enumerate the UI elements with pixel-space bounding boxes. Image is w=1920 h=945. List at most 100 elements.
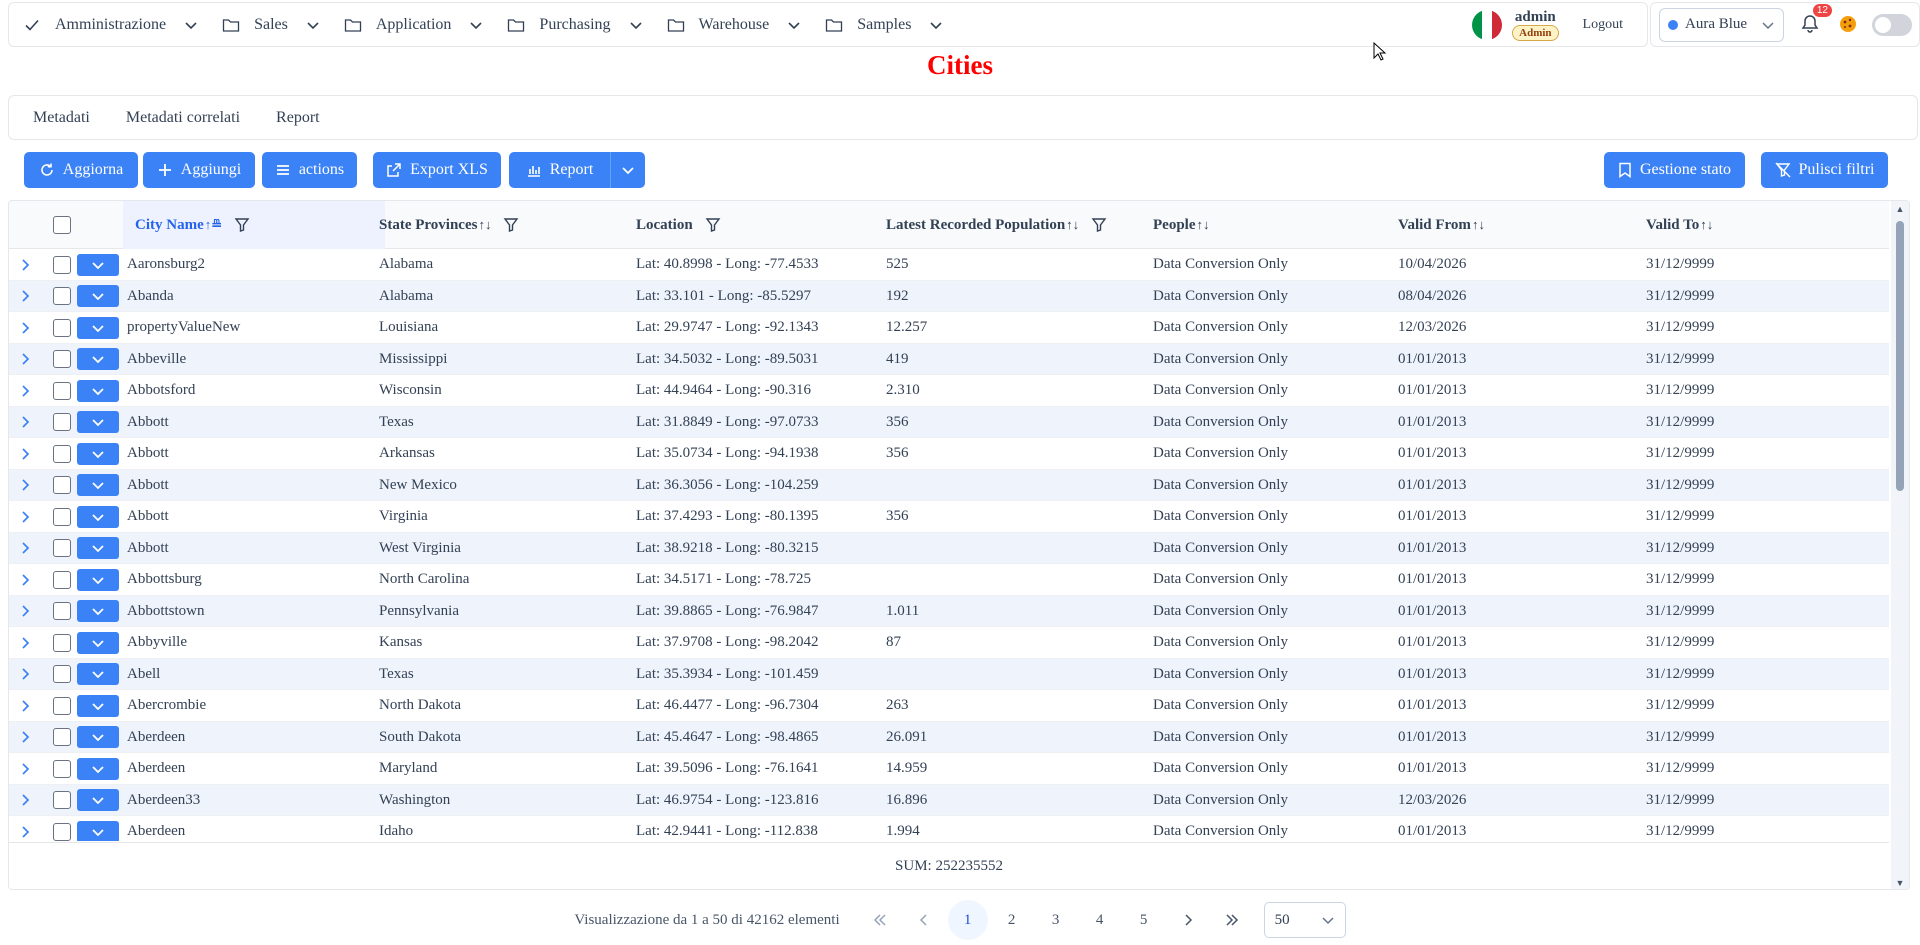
row-expand-chevron-icon[interactable] — [15, 753, 37, 785]
row-checkbox[interactable] — [53, 476, 71, 495]
row-checkbox[interactable] — [53, 539, 71, 558]
row-actions-dropdown-button[interactable] — [77, 442, 119, 465]
row-expand-chevron-icon[interactable] — [15, 816, 37, 841]
table-row[interactable]: Aberdeen Maryland Lat: 39.5096 - Long: -76… — [9, 753, 1889, 785]
row-checkbox[interactable] — [53, 570, 71, 589]
table-row[interactable]: Abbottsburg North Carolina Lat: 34.5171 - … — [9, 564, 1889, 596]
row-expand-chevron-icon[interactable] — [15, 438, 37, 470]
row-checkbox[interactable] — [53, 444, 71, 463]
tab-report[interactable]: Report — [276, 109, 320, 127]
row-checkbox[interactable] — [53, 602, 71, 621]
row-checkbox[interactable] — [53, 665, 71, 684]
page-3-button[interactable]: 3 — [1036, 900, 1076, 940]
table-row[interactable]: Abell Texas Lat: 35.3934 - Long: -101.459 D… — [9, 658, 1889, 691]
table-row[interactable]: Abbotsford Wisconsin Lat: 44.9464 - Long: … — [9, 375, 1889, 407]
row-actions-dropdown-button[interactable] — [77, 568, 119, 591]
row-checkbox[interactable] — [53, 633, 71, 652]
header-latest-population[interactable]: Latest Recorded Population ↑↓ — [886, 201, 1146, 249]
row-expand-chevron-icon[interactable] — [15, 596, 37, 628]
actions-button[interactable]: actions — [262, 152, 357, 188]
header-people[interactable]: People ↑↓ — [1153, 201, 1353, 249]
row-expand-chevron-icon[interactable] — [15, 281, 37, 313]
sort-icon[interactable]: ↑↓ — [1197, 217, 1210, 233]
table-row[interactable]: Abbyville Kansas Lat: 37.9708 - Long: -98.… — [9, 627, 1889, 659]
prev-page-button[interactable] — [904, 900, 944, 940]
row-expand-chevron-icon[interactable] — [15, 375, 37, 407]
add-button[interactable]: Aggiungi — [143, 152, 255, 188]
row-checkbox[interactable] — [53, 255, 71, 274]
header-select-all[interactable] — [49, 201, 75, 249]
row-actions-dropdown-button[interactable] — [77, 600, 119, 623]
row-expand-chevron-icon[interactable] — [15, 533, 37, 565]
report-button[interactable]: Report — [509, 152, 610, 188]
row-expand-chevron-icon[interactable] — [15, 690, 37, 722]
bell-icon[interactable]: 12 — [1800, 3, 1832, 36]
row-expand-chevron-icon[interactable] — [15, 722, 37, 754]
row-expand-chevron-icon[interactable] — [15, 659, 37, 691]
row-actions-dropdown-button[interactable] — [77, 789, 119, 812]
table-row[interactable]: propertyValueNew Louisiana Lat: 29.9747 - … — [9, 312, 1889, 344]
table-row[interactable]: Abbott New Mexico Lat: 36.3056 - Long: -10… — [9, 469, 1889, 501]
row-expand-chevron-icon[interactable] — [15, 407, 37, 439]
header-valid-from[interactable]: Valid From ↑↓ — [1398, 201, 1598, 249]
table-row[interactable]: Aberdeen South Dakota Lat: 45.4647 - Long:… — [9, 721, 1889, 754]
scrollbar-thumb[interactable] — [1896, 221, 1904, 491]
row-actions-dropdown-button[interactable] — [77, 726, 119, 749]
next-page-button[interactable] — [1168, 900, 1208, 940]
page-4-button[interactable]: 4 — [1080, 900, 1120, 940]
filter-icon[interactable] — [234, 217, 250, 233]
cookie-icon[interactable] — [1838, 14, 1860, 36]
table-row[interactable]: Abbeville Mississippi Lat: 34.5032 - Long:… — [9, 343, 1889, 376]
row-actions-dropdown-button[interactable] — [77, 379, 119, 402]
row-actions-dropdown-button[interactable] — [77, 694, 119, 717]
row-expand-chevron-icon[interactable] — [15, 249, 37, 281]
row-actions-dropdown-button[interactable] — [77, 253, 119, 276]
table-row[interactable]: Aberdeen33 Washington Lat: 46.9754 - Long:… — [9, 784, 1889, 816]
report-dropdown-toggle[interactable] — [610, 152, 645, 188]
table-row[interactable]: Abbott Arkansas Lat: 35.0734 - Long: -94.1… — [9, 438, 1889, 470]
row-checkbox[interactable] — [53, 759, 71, 778]
row-checkbox[interactable] — [53, 728, 71, 747]
clear-filters-button[interactable]: Pulisci filtri — [1761, 152, 1888, 188]
row-checkbox[interactable] — [53, 381, 71, 400]
row-checkbox[interactable] — [53, 822, 71, 841]
row-checkbox[interactable] — [53, 350, 71, 369]
filter-icon[interactable] — [503, 217, 519, 233]
menu-amministrazione[interactable]: Amministrazione — [11, 3, 210, 46]
header-city-name[interactable]: City Name ↑≞ — [123, 201, 385, 249]
table-row[interactable]: Abbott Virginia Lat: 37.4293 - Long: -80.1… — [9, 501, 1889, 533]
select-all-checkbox[interactable] — [53, 216, 71, 234]
page-1-button[interactable]: 1 — [947, 900, 988, 940]
row-actions-dropdown-button[interactable] — [77, 348, 119, 371]
row-expand-chevron-icon[interactable] — [15, 627, 37, 659]
row-checkbox[interactable] — [53, 413, 71, 432]
page-5-button[interactable]: 5 — [1124, 900, 1164, 940]
row-checkbox[interactable] — [53, 318, 71, 337]
row-actions-dropdown-button[interactable] — [77, 537, 119, 560]
row-expand-chevron-icon[interactable] — [15, 344, 37, 376]
sort-asc-icon[interactable]: ↑≞ — [205, 217, 222, 233]
table-row[interactable]: Abercrombie North Dakota Lat: 46.4477 - Lo… — [9, 690, 1889, 722]
logout-link[interactable]: Logout — [1583, 17, 1623, 33]
page-size-select[interactable]: 50 — [1263, 902, 1346, 938]
theme-select[interactable]: Aura Blue — [1659, 7, 1784, 42]
header-valid-to[interactable]: Valid To ↑↓ — [1646, 201, 1846, 249]
row-checkbox[interactable] — [53, 287, 71, 306]
row-actions-dropdown-button[interactable] — [77, 505, 119, 528]
row-actions-dropdown-button[interactable] — [77, 285, 119, 308]
tab-metadati-correlati[interactable]: Metadati correlati — [126, 109, 240, 127]
filter-icon[interactable] — [1091, 217, 1107, 233]
page-2-button[interactable]: 2 — [992, 900, 1032, 940]
export-xls-button[interactable]: Export XLS — [373, 152, 501, 188]
table-row[interactable]: Abbottstown Pennsylvania Lat: 39.8865 - Lo… — [9, 595, 1889, 628]
row-actions-dropdown-button[interactable] — [77, 820, 119, 841]
italy-flag-icon[interactable] — [1472, 9, 1503, 40]
row-actions-dropdown-button[interactable] — [77, 663, 119, 686]
sort-icon[interactable]: ↑↓ — [1700, 217, 1713, 233]
menu-sales[interactable]: Sales — [210, 3, 332, 46]
row-expand-chevron-icon[interactable] — [15, 564, 37, 596]
row-actions-dropdown-button[interactable] — [77, 474, 119, 497]
row-actions-dropdown-button[interactable] — [77, 316, 119, 339]
last-page-button[interactable] — [1212, 900, 1252, 940]
row-actions-dropdown-button[interactable] — [77, 631, 119, 654]
